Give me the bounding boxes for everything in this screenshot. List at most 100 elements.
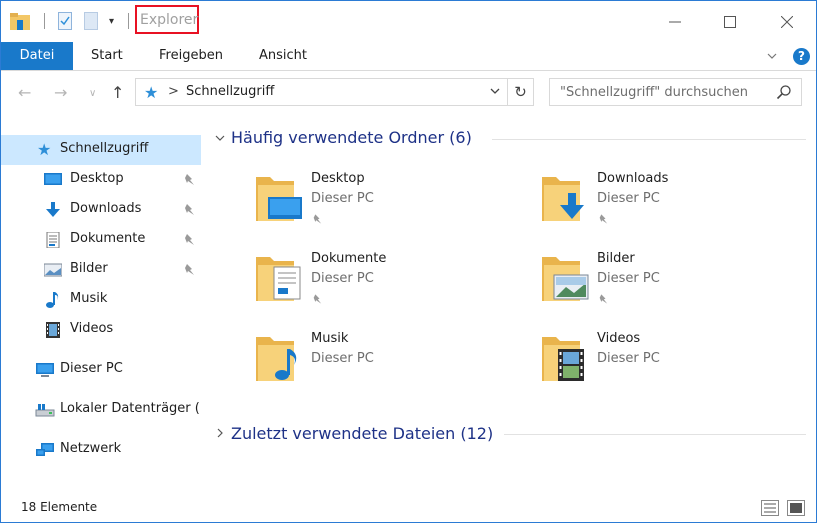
new-folder-icon[interactable] <box>84 12 98 30</box>
close-button[interactable] <box>758 1 816 42</box>
folder-location: Dieser PC <box>597 191 660 206</box>
item-count: 18 Elemente <box>21 500 98 514</box>
folder-app-icon[interactable] <box>9 11 31 31</box>
tab-freigeben[interactable]: Freigeben <box>143 42 239 70</box>
sidebar-item-downloads[interactable]: Downloads <box>1 195 201 225</box>
music-note-icon <box>46 292 59 308</box>
documents-folder-icon <box>256 257 301 301</box>
breadcrumb-schnellzugriff[interactable]: Schnellzugriff <box>186 84 274 99</box>
videos-folder-icon <box>542 337 584 381</box>
group-header-frequent-folders[interactable]: Häufig verwendete Ordner (6) <box>231 128 472 147</box>
sidebar-item-label: Bilder <box>70 261 108 276</box>
group-collapsed-chevron-icon[interactable] <box>214 427 226 439</box>
up-arrow-icon[interactable]: ↑ <box>111 83 124 102</box>
navigation-pane: ★ Schnellzugriff Desktop Downloads Dokum… <box>1 115 202 495</box>
folder-tile-musik[interactable]: Musik Dieser PC <box>254 331 514 403</box>
pin-icon <box>599 214 608 224</box>
folder-name: Videos <box>597 331 641 346</box>
address-dropdown-chevron-icon[interactable] <box>489 85 501 97</box>
pin-icon <box>599 294 608 304</box>
status-bar: 18 Elemente <box>1 495 816 522</box>
tab-start[interactable]: Start <box>75 42 139 70</box>
film-icon <box>46 322 60 338</box>
sidebar-item-label: Schnellzugriff <box>60 141 149 156</box>
sidebar-item-musik[interactable]: Musik <box>1 285 201 315</box>
window-title: Explorer <box>140 12 199 28</box>
folder-name: Dokumente <box>311 251 387 266</box>
ribbon-tabs: Datei Start Freigeben Ansicht ? <box>1 42 816 71</box>
folder-name: Bilder <box>597 251 635 266</box>
maximize-button[interactable] <box>701 1 759 42</box>
group-expand-chevron-icon[interactable] <box>214 132 226 144</box>
pictures-icon <box>44 263 62 277</box>
group-divider <box>492 139 806 140</box>
sidebar-item-desktop[interactable]: Desktop <box>1 165 201 195</box>
folder-location: Dieser PC <box>597 271 660 286</box>
back-arrow-icon[interactable]: ← <box>18 83 31 102</box>
sidebar-item-bilder[interactable]: Bilder <box>1 255 201 285</box>
sidebar-item-label: Dokumente <box>70 231 146 246</box>
sidebar-item-schnellzugriff[interactable]: ★ Schnellzugriff <box>1 135 201 165</box>
help-button[interactable]: ? <box>793 48 810 65</box>
sidebar-item-label: Musik <box>70 291 108 306</box>
search-box[interactable] <box>549 78 802 106</box>
address-bar[interactable]: ★ > Schnellzugriff <box>135 78 508 106</box>
explorer-window: ▾ Explorer Datei Start Freigeben Ansicht… <box>0 0 817 523</box>
navigation-bar: ← → ∨ ↑ ★ > Schnellzugriff ↻ <box>1 71 816 115</box>
sidebar-item-dieser-pc[interactable]: Dieser PC <box>1 355 201 385</box>
pin-icon <box>185 204 194 215</box>
large-icons-view-icon[interactable] <box>787 500 805 516</box>
folder-tile-videos[interactable]: Videos Dieser PC <box>540 331 800 403</box>
desktop-icon <box>44 173 62 185</box>
details-view-icon[interactable] <box>761 500 779 516</box>
pictures-folder-icon <box>542 257 589 301</box>
refresh-icon: ↻ <box>514 83 527 101</box>
maximize-icon <box>724 15 736 28</box>
pin-icon <box>313 214 322 224</box>
folder-location: Dieser PC <box>597 351 660 366</box>
forward-arrow-icon[interactable]: → <box>54 83 67 102</box>
search-input[interactable] <box>550 79 770 105</box>
folder-location: Dieser PC <box>311 271 374 286</box>
folder-location: Dieser PC <box>311 191 374 206</box>
folder-name: Musik <box>311 331 349 346</box>
network-icon <box>36 443 54 456</box>
group-header-recent-files[interactable]: Zuletzt verwendete Dateien (12) <box>231 424 493 443</box>
folder-tile-dokumente[interactable]: Dokumente Dieser PC <box>254 251 514 323</box>
download-arrow-icon <box>46 202 60 217</box>
pin-icon <box>185 234 194 245</box>
ribbon-expand-chevron-icon[interactable] <box>766 49 778 63</box>
quick-access-separator <box>44 13 45 29</box>
sidebar-item-netzwerk[interactable]: Netzwerk <box>1 435 201 465</box>
sidebar-item-label: Lokaler Datenträger ( <box>60 401 200 416</box>
sidebar-item-videos[interactable]: Videos <box>1 315 201 345</box>
computer-icon <box>36 363 54 377</box>
folder-location: Dieser PC <box>311 351 374 366</box>
sidebar-item-label: Videos <box>70 321 114 336</box>
tab-datei[interactable]: Datei <box>1 42 73 70</box>
sidebar-item-label: Dieser PC <box>60 361 123 376</box>
tab-ansicht[interactable]: Ansicht <box>243 42 323 70</box>
folder-tile-bilder[interactable]: Bilder Dieser PC <box>540 251 800 323</box>
sidebar-item-label: Netzwerk <box>60 441 122 456</box>
star-icon: ★ <box>37 140 52 159</box>
refresh-button[interactable]: ↻ <box>508 78 534 106</box>
folder-tile-downloads[interactable]: Downloads Dieser PC <box>540 171 800 243</box>
sidebar-item-lokaler-datentraeger[interactable]: Lokaler Datenträger ( <box>1 395 201 425</box>
recent-locations-chevron-icon[interactable]: ∨ <box>89 88 96 99</box>
folder-tile-desktop[interactable]: Desktop Dieser PC <box>254 171 514 243</box>
sidebar-item-label: Desktop <box>70 171 124 186</box>
minimize-button[interactable] <box>646 1 704 42</box>
quick-access-dropdown-icon[interactable]: ▾ <box>109 16 119 28</box>
properties-icon[interactable] <box>58 12 72 30</box>
breadcrumb-separator[interactable]: > <box>168 84 179 99</box>
downloads-folder-icon <box>542 177 584 221</box>
pin-icon <box>185 174 194 185</box>
folder-name: Downloads <box>597 171 669 186</box>
sidebar-item-dokumente[interactable]: Dokumente <box>1 225 201 255</box>
search-icon[interactable] <box>776 84 792 100</box>
folder-name: Desktop <box>311 171 365 186</box>
minimize-icon <box>669 21 681 22</box>
desktop-folder-icon <box>256 177 302 221</box>
quick-access-star-icon: ★ <box>144 83 159 102</box>
